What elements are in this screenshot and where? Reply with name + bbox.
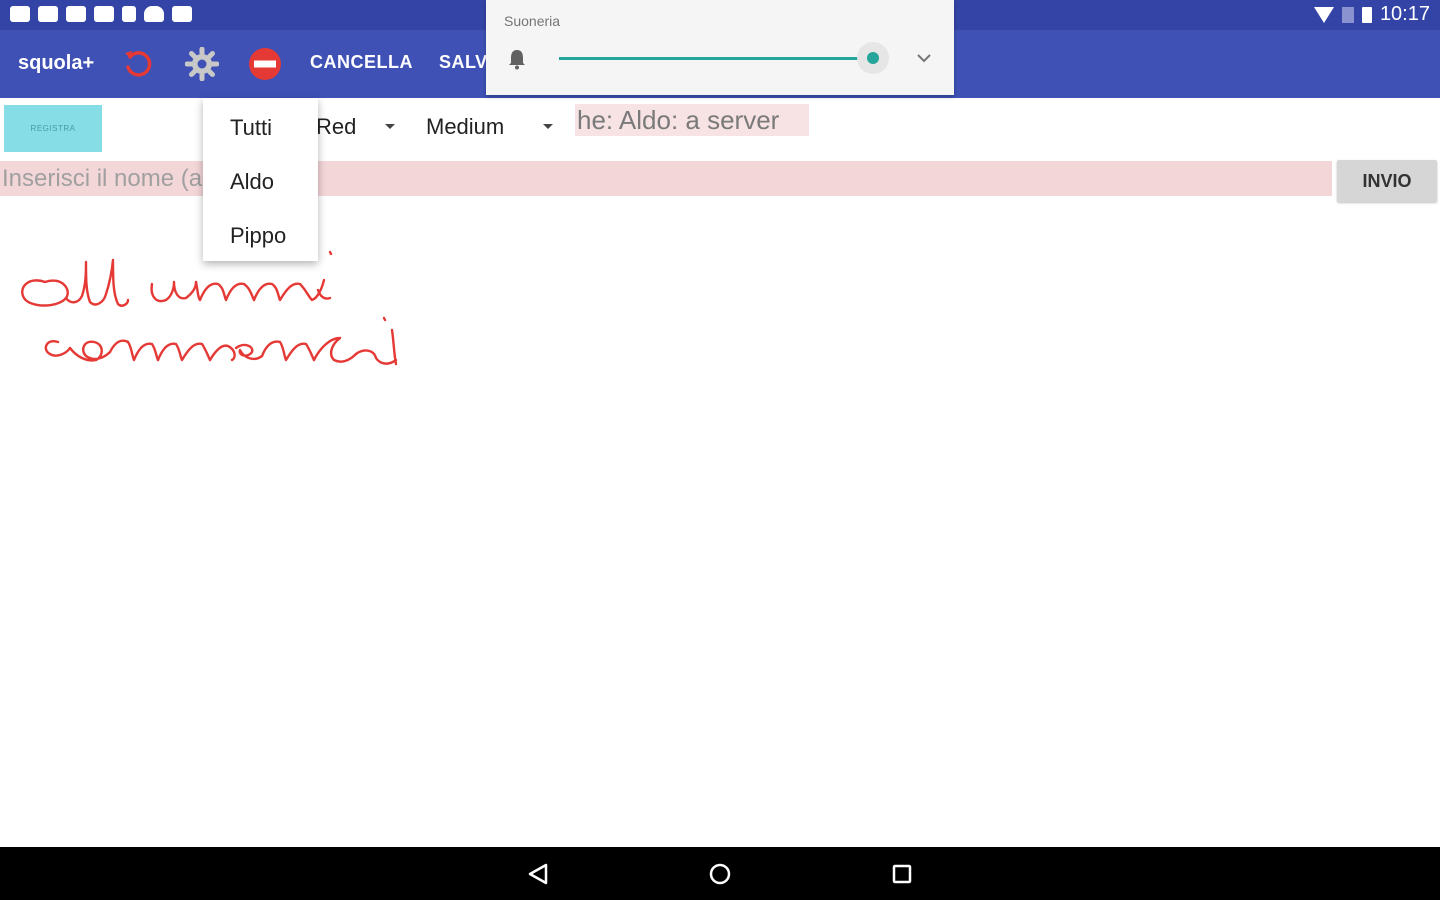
ink-stroke [68,340,112,362]
home-icon[interactable] [708,862,732,886]
ink-stroke [382,316,387,322]
ink-stroke [64,258,130,307]
ink-stroke [21,279,69,307]
ink-stroke [252,278,326,302]
menu-item-pippo[interactable]: Pippo [230,223,286,249]
recipient-dropdown: Tutti Aldo Pippo [203,98,318,261]
ink-stroke [208,344,236,362]
back-icon[interactable] [526,862,550,886]
menu-item-aldo[interactable]: Aldo [230,169,274,195]
ink-stroke [260,340,316,362]
ink-stroke [108,339,160,362]
ink-stroke [354,349,398,365]
menu-item-tutti[interactable]: Tutti [230,115,272,141]
ink-stroke [234,343,264,361]
ink-stroke [44,340,72,357]
ink-stroke [328,250,333,256]
recents-icon[interactable] [890,862,914,886]
ink-stroke [312,336,358,363]
ink-stroke [150,280,198,303]
ink-stroke [390,328,398,366]
ink-stroke [156,342,212,362]
ink-stroke [194,280,256,302]
